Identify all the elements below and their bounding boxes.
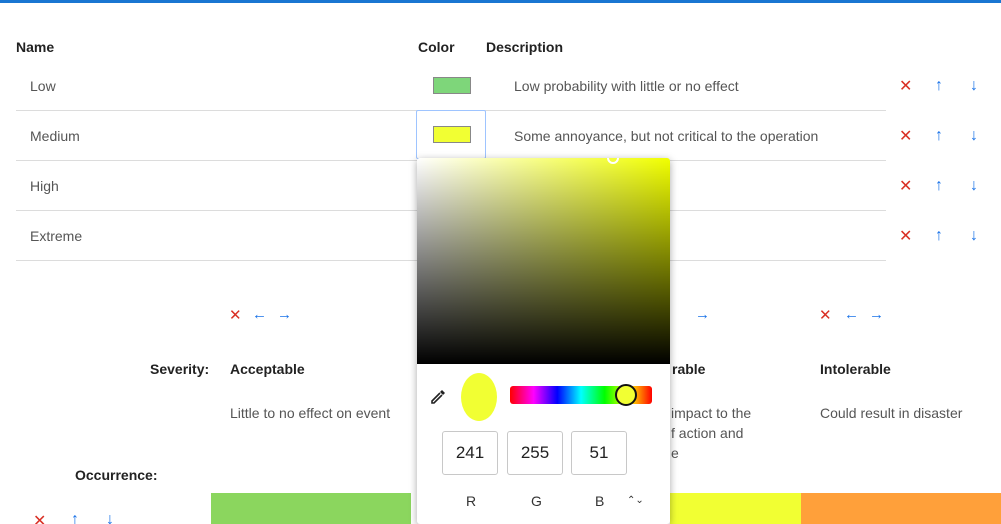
column-description[interactable]: impact to the f action and e <box>671 403 751 463</box>
move-down-icon[interactable]: ↓ <box>106 512 114 524</box>
move-down-icon[interactable]: ↓ <box>970 78 978 94</box>
row-name[interactable]: High <box>30 161 59 211</box>
remove-row-icon[interactable]: ✕ <box>899 79 912 95</box>
green-input[interactable]: 255 <box>507 431 563 475</box>
remove-row-icon[interactable]: ✕ <box>899 129 912 145</box>
row-description[interactable]: Some annoyance, but not critical to the … <box>514 111 818 161</box>
remove-column-icon[interactable]: ✕ <box>229 306 242 324</box>
blue-label: B <box>595 493 605 509</box>
header-name: Name <box>16 39 55 55</box>
remove-row-icon[interactable]: ✕ <box>899 179 912 195</box>
move-up-icon[interactable]: ↑ <box>935 128 943 144</box>
row-name[interactable]: Low <box>30 61 56 111</box>
move-down-icon[interactable]: ↓ <box>970 178 978 194</box>
remove-row-icon[interactable]: ✕ <box>899 229 912 245</box>
move-up-icon[interactable]: ↑ <box>71 512 79 524</box>
remove-column-icon[interactable]: ✕ <box>819 306 832 324</box>
column-description[interactable]: Could result in disaster <box>820 403 962 423</box>
format-toggle-icon[interactable]: ⌃⌄ <box>627 495 644 506</box>
column-title[interactable]: Intolerable <box>820 361 891 377</box>
red-label: R <box>466 493 477 509</box>
occurrence-label: Occurrence: <box>75 467 158 483</box>
hue-handle[interactable] <box>615 384 637 406</box>
header-color: Color <box>418 39 455 55</box>
color-swatch-medium[interactable] <box>433 126 471 143</box>
move-right-icon[interactable]: → <box>695 306 710 323</box>
column-description[interactable]: Little to no effect on event <box>230 403 390 423</box>
move-right-icon[interactable]: → <box>869 306 884 323</box>
blue-input[interactable]: 51 <box>571 431 627 475</box>
row-name[interactable]: Medium <box>30 111 80 161</box>
top-accent-bar <box>0 0 1001 3</box>
eyedropper-icon[interactable] <box>429 388 447 411</box>
move-left-icon[interactable]: ← <box>252 306 267 323</box>
severity-band <box>211 493 411 524</box>
move-up-icon[interactable]: ↑ <box>935 78 943 94</box>
red-input[interactable]: 241 <box>442 431 498 475</box>
color-picker-popup: 241 255 51 R G B ⌃⌄ <box>417 158 670 524</box>
color-swatch-low[interactable] <box>433 77 471 94</box>
severity-band <box>670 493 801 524</box>
move-up-icon[interactable]: ↑ <box>935 228 943 244</box>
move-down-icon[interactable]: ↓ <box>970 228 978 244</box>
saturation-value-area[interactable] <box>417 158 670 364</box>
header-description: Description <box>486 39 564 55</box>
move-up-icon[interactable]: ↑ <box>935 178 943 194</box>
move-left-icon[interactable]: ← <box>844 306 859 323</box>
remove-row-icon[interactable]: ✕ <box>33 514 46 524</box>
severity-band <box>801 493 1001 524</box>
column-title[interactable]: Acceptable <box>230 361 305 377</box>
green-label: G <box>531 493 542 509</box>
row-description[interactable]: Low probability with little or no effect <box>514 61 739 111</box>
color-preview <box>461 373 497 421</box>
severity-label: Severity: <box>150 361 210 377</box>
row-name[interactable]: Extreme <box>30 211 82 261</box>
move-right-icon[interactable]: → <box>277 306 292 323</box>
move-down-icon[interactable]: ↓ <box>970 128 978 144</box>
column-title[interactable]: rable <box>672 361 705 377</box>
